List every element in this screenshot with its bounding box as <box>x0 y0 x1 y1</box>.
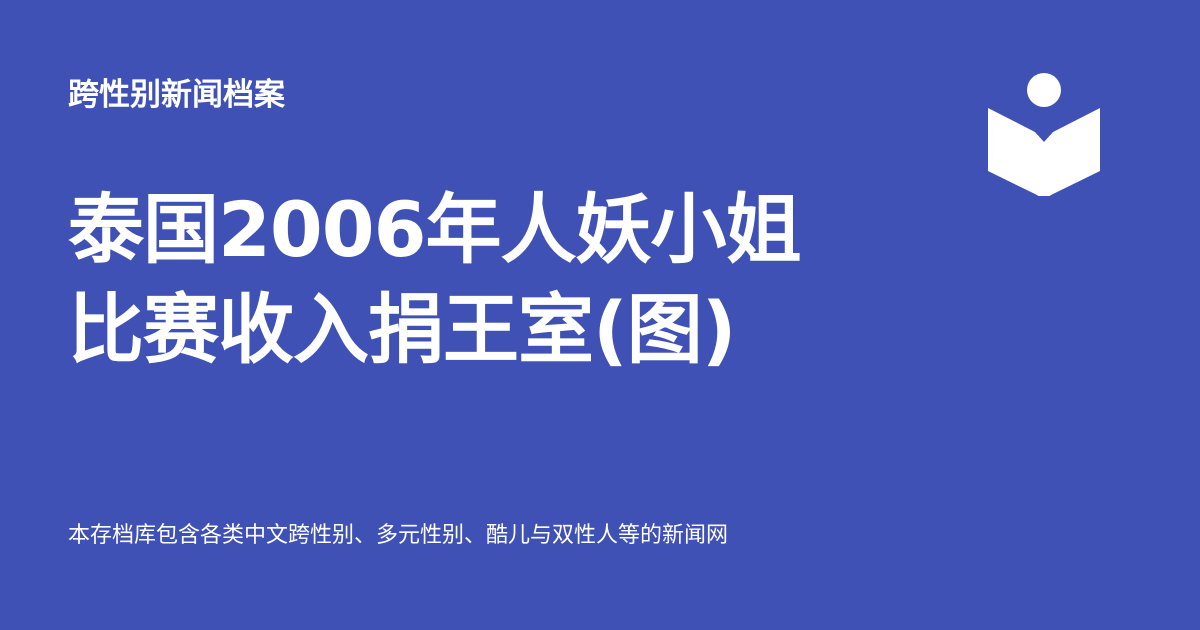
article-title: 泰国2006年人妖小姐 比赛收入捐王室(图) <box>68 180 894 390</box>
article-title-line-2: 比赛收入捐王室(图) <box>68 285 736 374</box>
article-title-line-1: 泰国2006年人妖小姐 <box>68 185 802 274</box>
site-name: 跨性别新闻档案 <box>68 77 285 113</box>
site-description: 本存档库包含各类中文跨性别、多元性别、酷儿与双性人等的新闻网 <box>68 523 729 548</box>
open-book-person-icon <box>988 73 1100 196</box>
social-preview-card: 跨性别新闻档案 泰国2006年人妖小姐 比赛收入捐王室(图) 本存档库包含各类中… <box>0 0 1200 630</box>
